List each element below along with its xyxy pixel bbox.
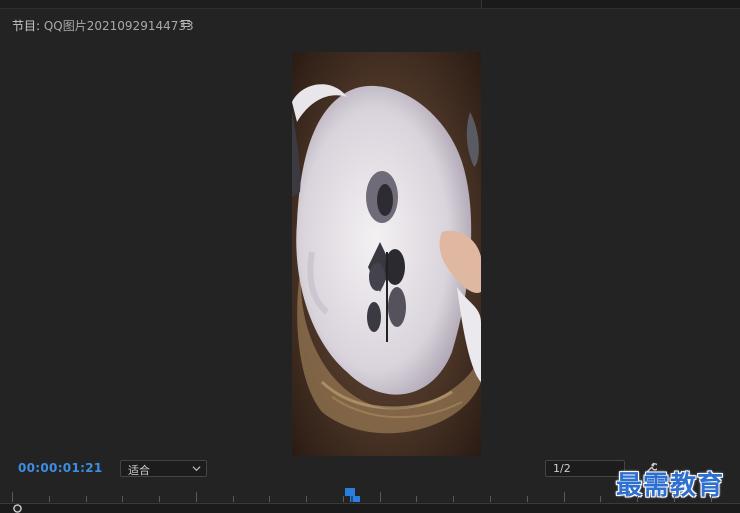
panel-title: 节目: QQ图片20210929144733 <box>12 17 194 34</box>
panel-title-prefix: 节目: <box>12 19 44 33</box>
zoom-scrollbar[interactable] <box>0 504 740 513</box>
time-ruler[interactable] <box>0 482 740 504</box>
sequence-name[interactable]: QQ图片20210929144733 <box>44 19 194 33</box>
playback-resolution-dropdown[interactable]: 1/2 <box>545 460 625 477</box>
circle-handle-icon[interactable] <box>12 504 23 513</box>
fit-zoom-dropdown[interactable]: 适合 <box>120 460 207 477</box>
window-top-bar <box>0 0 740 9</box>
playhead-marker-icon[interactable] <box>344 488 360 502</box>
hamburger-menu-icon[interactable] <box>180 18 192 30</box>
chevron-down-icon <box>192 466 201 472</box>
top-bar-segment-left <box>0 0 482 8</box>
program-monitor-video-frame[interactable] <box>292 52 481 456</box>
fit-zoom-value: 适合 <box>128 464 150 477</box>
video-preview-image <box>292 52 481 456</box>
current-timecode[interactable]: 00:00:01:21 <box>18 461 103 475</box>
program-panel-header: 节目: QQ图片20210929144733 <box>0 9 740 39</box>
playback-resolution-value: 1/2 <box>553 462 571 475</box>
